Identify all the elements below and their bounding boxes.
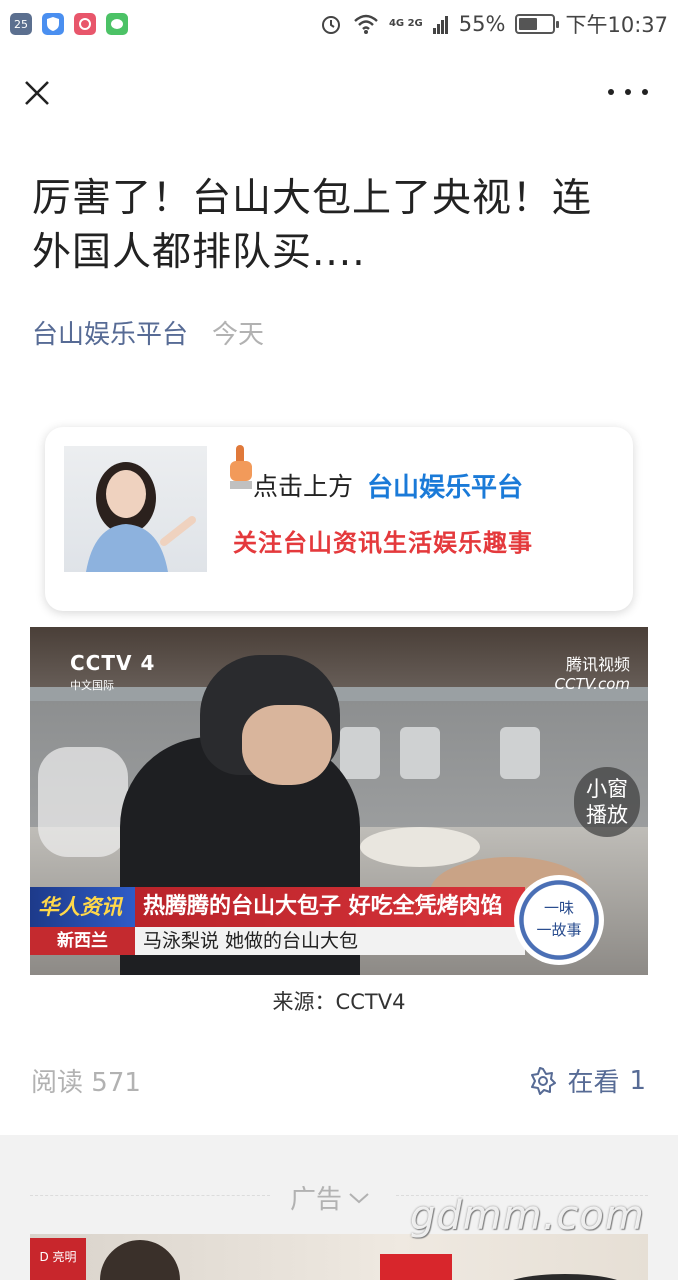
close-button[interactable] bbox=[20, 76, 54, 110]
ad-product-image bbox=[500, 1274, 630, 1280]
calendar-app-icon: 25 bbox=[10, 13, 32, 35]
follow-prompt: 点击上方 台山娱乐平台 bbox=[253, 467, 523, 504]
ad-label-text: 广告 bbox=[290, 1185, 343, 1215]
top-nav bbox=[0, 62, 678, 124]
watermark: gdmm.com bbox=[410, 1193, 645, 1239]
ad-divider bbox=[30, 1195, 270, 1196]
follow-slogan: 关注台山资讯生活娱乐趣事 bbox=[233, 529, 533, 557]
cctv4-logo-text: CCTV 4 bbox=[70, 651, 156, 675]
article-title-line-2: 外国人都排队买.... bbox=[32, 230, 366, 275]
clock: 下午10:37 bbox=[565, 13, 668, 37]
more-icon-dot bbox=[625, 89, 631, 95]
close-icon bbox=[25, 81, 49, 105]
ad-person-image bbox=[100, 1240, 180, 1280]
video-scene-dough bbox=[360, 827, 480, 867]
tencent-video-logo-text: 腾讯视频 bbox=[565, 655, 630, 674]
more-icon-dot bbox=[608, 89, 614, 95]
program-badge-line-1: 一味 bbox=[543, 899, 574, 917]
news-brand: 华人资讯 bbox=[30, 887, 135, 927]
program-badge: 一味 一故事 bbox=[514, 875, 604, 965]
video-scene-bag bbox=[38, 747, 128, 857]
video-scene-outlet bbox=[400, 727, 440, 779]
program-badge-line-2: 一故事 bbox=[536, 921, 582, 939]
news-headline: 热腾腾的台山大包子 好吃全凭烤肉馅 bbox=[135, 887, 525, 927]
signal-icon bbox=[432, 16, 448, 34]
wechat-app-icon bbox=[106, 13, 128, 35]
ad-brand-logo: D 亮明 bbox=[30, 1238, 86, 1280]
ad-red-block bbox=[380, 1254, 452, 1280]
publish-date: 今天 bbox=[212, 320, 265, 350]
wifi-icon bbox=[354, 14, 378, 34]
watching-label: 在看 bbox=[567, 1068, 620, 1098]
video-scene-person-face bbox=[242, 705, 332, 785]
article-meta: 台山娱乐平台 今天 bbox=[32, 314, 264, 351]
promo-photo bbox=[64, 446, 207, 572]
shield-app-icon bbox=[42, 13, 64, 35]
follow-card[interactable]: 点击上方 台山娱乐平台 关注台山资讯生活娱乐趣事 bbox=[45, 427, 633, 611]
account-link[interactable]: 台山娱乐平台 bbox=[32, 314, 188, 351]
status-bar: 25 4G 2G 55% 下午10:37 bbox=[0, 0, 678, 48]
cctv4-logo: CCTV 4 中文国际 bbox=[70, 651, 155, 693]
more-options-button[interactable] bbox=[608, 84, 648, 100]
read-count: 阅读 571 bbox=[31, 1062, 141, 1099]
cctv4-logo-sub: 中文国际 bbox=[70, 679, 114, 692]
more-icon-dot bbox=[642, 89, 648, 95]
mini-window-label-2: 播放 bbox=[586, 803, 628, 827]
weibo-app-icon bbox=[74, 13, 96, 35]
network-type: 4G 2G bbox=[388, 18, 423, 29]
notification-icons: 25 bbox=[10, 13, 128, 35]
video-scene-outlet bbox=[340, 727, 380, 779]
read-label: 阅读 bbox=[31, 1068, 84, 1098]
video-player[interactable]: CCTV 4 中文国际 腾讯视频 CCTV.com 小窗 播放 华人资讯 热腾腾… bbox=[30, 627, 648, 975]
chevron-down-icon bbox=[349, 1192, 369, 1203]
watching-icon bbox=[531, 1066, 557, 1095]
battery-icon bbox=[515, 14, 560, 34]
news-region: 新西兰 bbox=[30, 927, 135, 955]
mini-window-button[interactable]: 小窗 播放 bbox=[574, 767, 640, 837]
ad-label[interactable]: 广告 bbox=[290, 1179, 370, 1216]
watching-count: 1 bbox=[629, 1065, 646, 1096]
tencent-video-logo: 腾讯视频 CCTV.com bbox=[555, 651, 630, 693]
article-title-line-1: 厉害了！台山大包上了央视！连 bbox=[32, 176, 593, 221]
ad-banner[interactable]: D 亮明 bbox=[30, 1234, 648, 1280]
battery-level bbox=[519, 18, 538, 30]
news-lower-third: 华人资讯 热腾腾的台山大包子 好吃全凭烤肉馅 新西兰 马泳梨说 她做的台山大包 … bbox=[30, 875, 648, 965]
mini-window-label-1: 小窗 bbox=[586, 777, 628, 801]
video-caption: 来源：CCTV4 bbox=[272, 990, 406, 1014]
article-title: 厉害了！台山大包上了央视！连 外国人都排队买.... bbox=[32, 172, 642, 280]
video-scene-outlet bbox=[500, 727, 540, 779]
battery-percent: 55% bbox=[458, 12, 506, 36]
read-number: 571 bbox=[91, 1068, 141, 1098]
follow-prefix: 点击上方 bbox=[253, 472, 354, 501]
follow-account-name: 台山娱乐平台 bbox=[367, 473, 524, 503]
news-subline: 马泳梨说 她做的台山大包 bbox=[135, 927, 525, 955]
pointing-hand-icon bbox=[228, 445, 254, 491]
watching-button[interactable]: 在看 1 bbox=[529, 1062, 646, 1099]
calendar-badge: 25 bbox=[14, 17, 28, 31]
alarm-icon bbox=[321, 16, 340, 34]
tencent-video-logo-sub: CCTV.com bbox=[554, 675, 630, 693]
system-indicators: 4G 2G 55% 下午10:37 bbox=[319, 9, 668, 39]
